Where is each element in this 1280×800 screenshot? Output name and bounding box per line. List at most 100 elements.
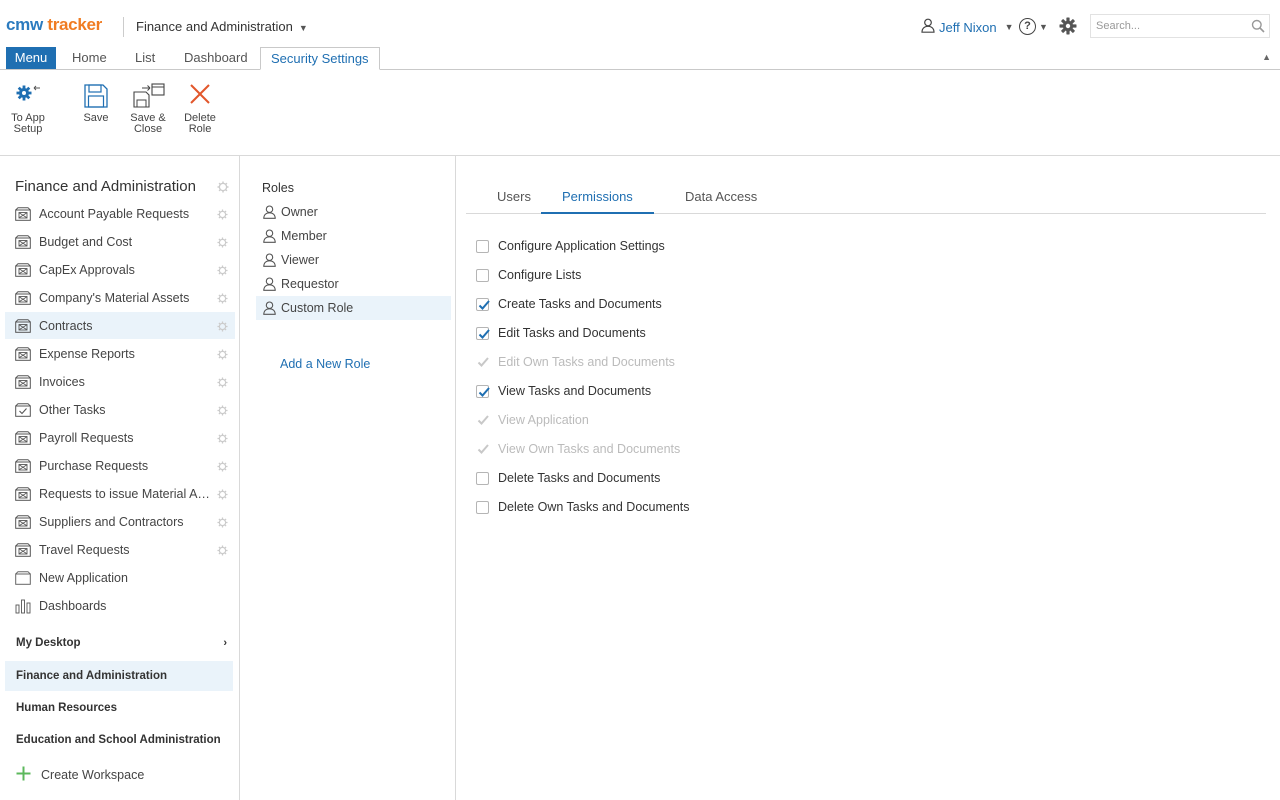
sidebar-item-requests-to-issue-material-assets[interactable]: Requests to issue Material Assets: [5, 480, 235, 507]
sidebar-item-company-s-material-assets[interactable]: Company's Material Assets: [5, 284, 235, 311]
app-settings-gear-icon[interactable]: [217, 404, 228, 419]
role-item-requestor[interactable]: Requestor: [256, 272, 451, 296]
save-close-label-2: Close: [133, 123, 163, 135]
save-and-close-button[interactable]: Save & Close: [129, 83, 167, 135]
workspace-link-finance-and-administration[interactable]: Finance and Administration: [5, 661, 233, 691]
workspace-link-label: My Desktop: [16, 637, 81, 649]
permission-configure-application-settings[interactable]: Configure Application Settings: [476, 236, 665, 256]
app-icon: [15, 430, 35, 445]
permission-view-application: View Application: [476, 410, 589, 430]
tab-dashboard[interactable]: Dashboard: [174, 47, 258, 70]
sidebar-item-payroll-requests[interactable]: Payroll Requests: [5, 424, 235, 451]
app-settings-gear-icon[interactable]: [217, 236, 228, 251]
logo-divider: [123, 17, 124, 37]
checkbox-checked[interactable]: [476, 384, 490, 398]
app-settings-gear-icon[interactable]: [217, 488, 228, 503]
workspace-link-human-resources[interactable]: Human Resources: [5, 693, 233, 723]
add-new-role-link[interactable]: Add a New Role: [280, 357, 370, 371]
menu-button[interactable]: Menu: [6, 47, 56, 69]
workspace-link-label: Finance and Administration: [16, 670, 168, 682]
sidebar-item-dashboards[interactable]: Dashboards: [5, 592, 235, 619]
app-settings-gear-icon[interactable]: [217, 208, 228, 223]
permission-label: Configure Application Settings: [498, 239, 665, 253]
sidebar-item-account-payable-requests[interactable]: Account Payable Requests: [5, 200, 235, 227]
sidebar-item-new-application[interactable]: New Application: [5, 564, 235, 591]
checkbox-checked[interactable]: [476, 297, 490, 311]
sidebar-item-label: Company's Material Assets: [39, 290, 190, 305]
to-app-setup-button[interactable]: To App Setup: [7, 83, 49, 135]
checkbox-checked: [476, 443, 489, 456]
permission-delete-own-tasks-and-documents[interactable]: Delete Own Tasks and Documents: [476, 497, 690, 517]
sidebar-item-budget-and-cost[interactable]: Budget and Cost: [5, 228, 235, 255]
user-name: Jeff Nixon: [939, 19, 997, 35]
tab-permissions[interactable]: Permissions: [541, 179, 654, 214]
delete-role-button[interactable]: Delete Role: [182, 83, 218, 135]
permission-view-tasks-and-documents[interactable]: View Tasks and Documents: [476, 381, 651, 401]
app-settings-gear-icon[interactable]: [217, 460, 228, 475]
sidebar-item-label: Dashboards: [39, 598, 107, 613]
app-settings-gear-icon[interactable]: [217, 376, 228, 391]
checkbox-checked: [476, 414, 489, 427]
sidebar-item-other-tasks[interactable]: Other Tasks: [5, 396, 235, 423]
workspace-link-my-desktop[interactable]: My Desktop ›: [5, 628, 233, 658]
sidebar-item-expense-reports[interactable]: Expense Reports: [5, 340, 235, 367]
app-settings-gear-icon[interactable]: [217, 292, 228, 307]
workspace-link-label: Human Resources: [16, 702, 117, 714]
create-workspace-button[interactable]: Create Workspace: [16, 766, 144, 784]
app-icon: [15, 346, 35, 361]
app-icon: [15, 234, 35, 249]
checkbox-unchecked[interactable]: [476, 471, 489, 485]
collapse-ribbon-icon[interactable]: ▲: [1262, 52, 1271, 62]
search-icon[interactable]: [1251, 19, 1265, 36]
tab-home[interactable]: Home: [62, 47, 117, 70]
chevron-down-icon: ▼: [1004, 22, 1014, 32]
sidebar-item-purchase-requests[interactable]: Purchase Requests: [5, 452, 235, 479]
sidebar-item-capex-approvals[interactable]: CapEx Approvals: [5, 256, 235, 283]
task-icon: [15, 402, 35, 417]
logo-cmw-text: cmw: [6, 15, 43, 34]
role-label: Custom Role: [281, 301, 354, 315]
role-item-viewer[interactable]: Viewer: [256, 248, 451, 272]
to-app-setup-label-2: Setup: [13, 123, 43, 135]
sidebar-item-suppliers-and-contractors[interactable]: Suppliers and Contractors: [5, 508, 235, 535]
app-settings-gear-icon[interactable]: [217, 544, 228, 559]
save-button[interactable]: Save: [80, 83, 112, 124]
checkbox-unchecked[interactable]: [476, 239, 489, 253]
permission-configure-lists[interactable]: Configure Lists: [476, 265, 581, 285]
app-settings-gear-icon[interactable]: [217, 320, 228, 335]
sidebar-item-invoices[interactable]: Invoices: [5, 368, 235, 395]
app-icon: [15, 514, 35, 529]
workspace-link-education-and-school-administration[interactable]: Education and School Administration: [5, 725, 233, 755]
sidebar-item-label: Requests to issue Material Assets: [39, 486, 211, 501]
sidebar-item-travel-requests[interactable]: Travel Requests: [5, 536, 235, 563]
settings-gear-icon[interactable]: [1059, 17, 1077, 38]
app-logo[interactable]: cmw tracker: [6, 15, 102, 35]
permission-edit-tasks-and-documents[interactable]: Edit Tasks and Documents: [476, 323, 646, 343]
workspace-selector[interactable]: Finance and Administration ▼: [136, 19, 308, 34]
checkbox-unchecked[interactable]: [476, 500, 489, 514]
chevron-down-icon: ▼: [1039, 21, 1048, 32]
workspace-gear-icon[interactable]: [217, 181, 229, 196]
logo-tracker-text: tracker: [47, 15, 102, 34]
role-item-member[interactable]: Member: [256, 224, 451, 248]
app-settings-gear-icon[interactable]: [217, 432, 228, 447]
app-icon: [15, 458, 35, 473]
role-item-custom-role[interactable]: Custom Role: [256, 296, 451, 320]
permission-delete-tasks-and-documents[interactable]: Delete Tasks and Documents: [476, 468, 660, 488]
tab-security-settings[interactable]: Security Settings: [260, 47, 380, 70]
user-menu[interactable]: Jeff Nixon ▼: [921, 18, 1014, 36]
app-settings-gear-icon[interactable]: [217, 348, 228, 363]
tab-data-access[interactable]: Data Access: [664, 179, 778, 214]
user-icon: [263, 253, 276, 267]
sidebar-item-contracts[interactable]: Contracts: [5, 312, 235, 339]
role-item-owner[interactable]: Owner: [256, 200, 451, 224]
checkbox-checked[interactable]: [476, 326, 490, 340]
tab-list[interactable]: List: [125, 47, 165, 70]
app-settings-gear-icon[interactable]: [217, 516, 228, 531]
workspace-link-label: Education and School Administration: [16, 734, 221, 746]
search-input[interactable]: [1091, 15, 1241, 37]
checkbox-unchecked[interactable]: [476, 268, 489, 282]
app-settings-gear-icon[interactable]: [217, 264, 228, 279]
permission-create-tasks-and-documents[interactable]: Create Tasks and Documents: [476, 294, 662, 314]
help-menu[interactable]: ? ▼: [1019, 18, 1048, 35]
